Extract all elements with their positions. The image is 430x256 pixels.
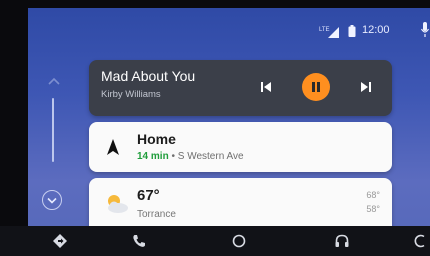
track-artist: Kirby Williams [101, 89, 161, 100]
partly-cloudy-icon [108, 195, 128, 213]
android-auto-screen: LTE 12:00 Mad About You Kirby Williams H… [28, 8, 430, 256]
status-bar: LTE 12:00 [28, 8, 430, 52]
high-temperature: 68° [366, 190, 380, 200]
track-title: Mad About You [101, 68, 196, 84]
route-info: 14 min • S Western Ave [137, 151, 244, 162]
weather-location: Torrance [137, 209, 176, 220]
status-time: 12:00 [362, 24, 390, 36]
route-separator: • [168, 151, 178, 162]
media-card[interactable]: Mad About You Kirby Williams [89, 60, 392, 116]
destination-name: Home [137, 131, 176, 147]
low-temperature: 58° [366, 204, 380, 214]
directions-icon[interactable] [52, 233, 68, 249]
headphones-icon[interactable] [334, 233, 350, 249]
play-pause-button[interactable] [302, 73, 330, 101]
navigation-card[interactable]: Home 14 min • S Western Ave [89, 122, 392, 172]
mic-icon[interactable] [420, 22, 430, 38]
pause-icon [312, 82, 320, 92]
bottom-nav-bar [0, 226, 430, 256]
phone-icon[interactable] [131, 233, 147, 249]
scroll-down-button[interactable] [42, 190, 62, 210]
chevron-up-icon[interactable] [47, 76, 61, 86]
exit-icon[interactable] [414, 233, 430, 249]
street-name: S Western Ave [177, 151, 244, 162]
chevron-down-icon [47, 197, 57, 204]
svg-text:LTE: LTE [319, 27, 330, 33]
signal-icon: LTE [319, 27, 339, 38]
skip-previous-icon[interactable] [260, 81, 272, 93]
scroll-indicator[interactable] [52, 98, 54, 162]
battery-icon [348, 25, 356, 37]
current-temperature: 67° [137, 187, 160, 204]
navigation-arrow-icon [107, 139, 119, 155]
skip-next-icon[interactable] [360, 81, 372, 93]
eta-text: 14 min [137, 151, 169, 162]
home-circle-icon[interactable] [231, 233, 247, 249]
